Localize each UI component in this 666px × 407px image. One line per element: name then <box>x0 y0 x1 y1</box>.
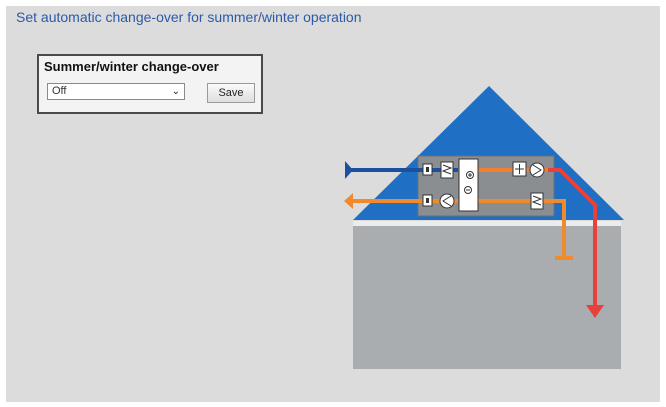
extract-filter-icon <box>530 192 544 210</box>
extract-fan-icon <box>439 193 455 209</box>
house-roof-edge <box>353 221 621 226</box>
heater-icon <box>512 161 527 177</box>
outdoor-air-inlet-icon <box>345 161 353 179</box>
ventilation-diagram <box>344 86 624 369</box>
filter-icon <box>440 161 454 179</box>
damper-icon <box>422 163 433 176</box>
house-body <box>353 226 621 369</box>
heat-exchanger-icon <box>458 158 479 212</box>
supply-fan-icon <box>529 162 545 178</box>
exhaust-air-arrow-icon <box>344 193 353 209</box>
exhaust-damper-icon <box>422 194 433 207</box>
